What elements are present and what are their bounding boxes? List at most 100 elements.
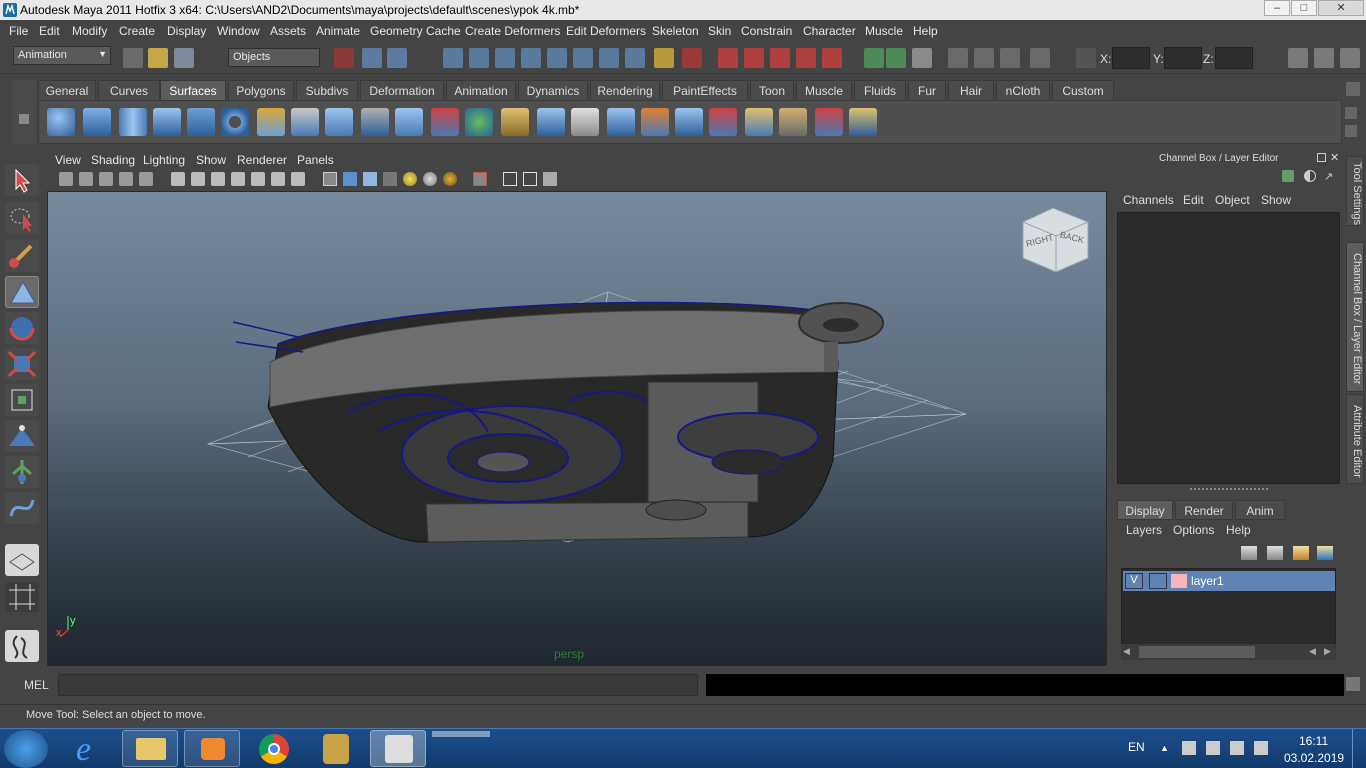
intersect-surfaces-icon[interactable] <box>571 108 599 136</box>
x-field[interactable] <box>1112 47 1150 69</box>
layer-color-swatch[interactable] <box>1171 574 1187 588</box>
layer-menu-help[interactable]: Help <box>1226 523 1251 537</box>
ipr-render-icon[interactable] <box>974 48 994 68</box>
menu-skeleton[interactable]: Skeleton <box>652 24 699 38</box>
highlight-selection-icon[interactable] <box>682 48 702 68</box>
xray-icon[interactable] <box>503 172 517 186</box>
bevel-icon[interactable] <box>501 108 529 136</box>
rotate-tool-icon[interactable] <box>5 312 39 344</box>
channel-menu-object[interactable]: Object <box>1215 193 1250 207</box>
language-indicator[interactable]: EN <box>1128 740 1145 754</box>
media-player-icon[interactable] <box>184 730 240 767</box>
command-language-label[interactable]: MEL <box>24 678 49 692</box>
shelf-tab-dynamics[interactable]: Dynamics <box>518 80 588 100</box>
menu-create[interactable]: Create <box>119 24 155 38</box>
menu-constrain[interactable]: Constrain <box>741 24 792 38</box>
scroll-right-end-icon[interactable]: ▶ <box>1324 646 1334 658</box>
project-curve-icon[interactable] <box>537 108 565 136</box>
move-tool-icon[interactable] <box>5 276 39 308</box>
xray-joints-icon[interactable] <box>523 172 537 186</box>
nurbs-cube-icon[interactable] <box>83 108 111 136</box>
rebuild-surfaces-icon[interactable] <box>849 108 877 136</box>
move-layer-down-icon[interactable] <box>1267 546 1283 560</box>
select-object-icon[interactable] <box>362 48 382 68</box>
field-chart-icon[interactable] <box>251 172 265 186</box>
image-plane-icon[interactable] <box>119 172 133 186</box>
render-frame-icon[interactable] <box>948 48 968 68</box>
camera-attributes-icon[interactable] <box>79 172 93 186</box>
viewport-menu-renderer[interactable]: Renderer <box>237 153 287 167</box>
extrude-icon[interactable] <box>361 108 389 136</box>
menu-window[interactable]: Window <box>217 24 260 38</box>
wireframe-icon[interactable] <box>323 172 337 186</box>
bookmarks-icon[interactable] <box>99 172 113 186</box>
shelf-tab-curves[interactable]: Curves <box>98 80 160 100</box>
transform-input-icon[interactable] <box>1076 48 1096 68</box>
use-all-lights-icon[interactable] <box>403 172 417 186</box>
toggle-attribute-editor-icon[interactable] <box>1288 48 1308 68</box>
grid-toggle-icon[interactable] <box>171 172 185 186</box>
hypershade-icon[interactable] <box>1030 48 1050 68</box>
manipulator-icon[interactable] <box>1282 170 1294 182</box>
shelf-tab-muscle[interactable]: Muscle <box>796 80 852 100</box>
smooth-shade-icon[interactable] <box>343 172 357 186</box>
shelf-tab-fluids[interactable]: Fluids <box>854 80 906 100</box>
start-button-icon[interactable] <box>4 730 48 768</box>
file-explorer-icon[interactable] <box>122 730 178 767</box>
high-quality-icon[interactable] <box>443 172 457 186</box>
close-button[interactable]: ✕ <box>1318 0 1364 16</box>
shelf-tab-subdivs[interactable]: Subdivs <box>296 80 358 100</box>
menu-modify[interactable]: Modify <box>72 24 107 38</box>
channel-list[interactable] <box>1117 212 1340 484</box>
shelf-tab-ncloth[interactable]: nCloth <box>996 80 1050 100</box>
textured-icon[interactable] <box>383 172 397 186</box>
menu-geometry-cache[interactable]: Geometry Cache <box>370 24 461 38</box>
mask-surfaces-icon[interactable] <box>521 48 541 68</box>
shelf-menu-icon[interactable] <box>19 114 29 124</box>
select-component-icon[interactable] <box>387 48 407 68</box>
show-desktop-button[interactable] <box>1352 729 1366 768</box>
untrim-icon[interactable] <box>641 108 669 136</box>
new-scene-icon[interactable] <box>123 48 143 68</box>
show-hidden-icons-icon[interactable]: ▲ <box>1160 743 1169 753</box>
shelf-tab-animation[interactable]: Animation <box>446 80 516 100</box>
shelf-tab-toon[interactable]: Toon <box>750 80 794 100</box>
nurbs-plane-icon[interactable] <box>187 108 215 136</box>
snap-view-plane-icon[interactable] <box>796 48 816 68</box>
single-perspective-layout-icon[interactable] <box>5 544 39 576</box>
detach-surfaces-icon[interactable] <box>709 108 737 136</box>
safe-title-icon[interactable] <box>291 172 305 186</box>
scale-tool-icon[interactable] <box>5 348 39 380</box>
layer-menu-options[interactable]: Options <box>1173 523 1214 537</box>
lock-selection-icon[interactable] <box>654 48 674 68</box>
menu-assets[interactable]: Assets <box>270 24 306 38</box>
maya-taskbar-icon[interactable] <box>370 730 426 767</box>
mask-curves-icon[interactable] <box>495 48 515 68</box>
panel-splitter[interactable] <box>1190 488 1268 492</box>
speed-icon[interactable] <box>1304 170 1316 182</box>
channel-menu-edit[interactable]: Edit <box>1183 193 1204 207</box>
select-tool-icon[interactable] <box>5 164 39 196</box>
layer-list-scrollbar[interactable]: ◀ ◀ ▶ <box>1121 644 1336 660</box>
layer-row[interactable]: V layer1 <box>1123 571 1335 591</box>
create-empty-layer-icon[interactable] <box>1293 546 1309 560</box>
toggle-tool-settings-icon[interactable] <box>1314 48 1334 68</box>
hyper-icon[interactable]: ↗ <box>1324 170 1338 183</box>
output-ops-icon[interactable] <box>886 48 906 68</box>
shadows-icon[interactable] <box>423 172 437 186</box>
revolve-icon[interactable] <box>257 108 285 136</box>
last-tool-icon[interactable] <box>5 492 39 524</box>
attach-surfaces-icon[interactable] <box>675 108 703 136</box>
input-ops-icon[interactable] <box>864 48 884 68</box>
trash-icon[interactable] <box>1346 82 1360 96</box>
shelf-tab-painteffects[interactable]: PaintEffects <box>662 80 748 100</box>
mask-dynamics-icon[interactable] <box>573 48 593 68</box>
snap-curve-icon[interactable] <box>744 48 764 68</box>
z-field[interactable] <box>1215 47 1253 69</box>
shelf-tab-hair[interactable]: Hair <box>948 80 994 100</box>
side-tab-channel-box[interactable]: Channel Box / Layer Editor <box>1346 242 1364 392</box>
layer-tab-render[interactable]: Render <box>1175 500 1233 520</box>
script-editor-icon[interactable] <box>1346 677 1360 691</box>
lasso-tool-icon[interactable] <box>5 202 39 234</box>
mask-rendering-icon[interactable] <box>599 48 619 68</box>
